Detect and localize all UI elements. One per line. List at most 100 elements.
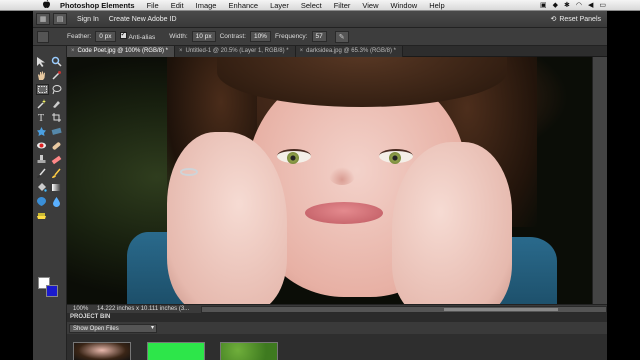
- hand-tool-icon[interactable]: [36, 70, 49, 81]
- show-open-files-dropdown[interactable]: Show Open Files: [69, 323, 157, 333]
- red-eye-tool-icon[interactable]: [36, 140, 49, 151]
- zoom-tool-icon[interactable]: [51, 56, 64, 67]
- menu-edit[interactable]: Edit: [165, 1, 190, 10]
- feather-input[interactable]: 0 px: [95, 31, 116, 42]
- close-icon[interactable]: ×: [179, 48, 183, 54]
- thumbnail-darksidea[interactable]: [220, 342, 278, 360]
- background-color-swatch[interactable]: [46, 285, 58, 297]
- photo-hand-left: [167, 132, 287, 304]
- type-tool-icon[interactable]: T: [36, 112, 49, 124]
- frequency-label: Frequency:: [274, 33, 308, 40]
- camera-icon[interactable]: ▣: [540, 1, 547, 9]
- project-bin-title: PROJECT BIN: [67, 313, 607, 322]
- lasso-tool-icon[interactable]: [51, 84, 64, 95]
- reset-icon: ⟲: [550, 16, 557, 23]
- feather-label: Feather:: [67, 33, 92, 40]
- photo-lips: [305, 202, 383, 224]
- width-label: Width:: [169, 33, 188, 40]
- right-margin: [607, 11, 640, 360]
- status-bar: 100% 14.222 inches x 10.111 inches (3...: [67, 304, 607, 313]
- reset-panels-button[interactable]: ⟲ Reset Panels: [550, 15, 601, 24]
- photo-nose: [329, 167, 355, 185]
- menu-filter[interactable]: Filter: [328, 1, 357, 10]
- move-tool-icon[interactable]: [36, 56, 49, 67]
- smart-brush-icon[interactable]: [51, 168, 64, 179]
- screen-mode-icon[interactable]: ▦: [36, 13, 50, 25]
- apple-icon[interactable]: [38, 0, 54, 10]
- menu-layer[interactable]: Layer: [264, 1, 295, 10]
- volume-icon[interactable]: ◀: [588, 1, 593, 9]
- width-input[interactable]: 10 px: [191, 31, 216, 42]
- tool-options-bar: Feather: 0 px Anti-alias Width: 10 px Co…: [33, 28, 607, 46]
- close-icon[interactable]: ×: [300, 48, 304, 54]
- horizontal-scrollbar[interactable]: [201, 305, 607, 313]
- battery-icon[interactable]: ▭: [599, 1, 606, 9]
- menu-enhance[interactable]: Enhance: [222, 1, 264, 10]
- document-tabs: × Code Poet.jpg @ 100% (RGB/8) * × Untitle…: [67, 46, 607, 57]
- marquee-tool-icon[interactable]: [36, 84, 49, 95]
- app-menu[interactable]: Photoshop Elements: [54, 1, 141, 10]
- thumbnail-untitled-1[interactable]: [147, 342, 205, 360]
- menu-view[interactable]: View: [356, 1, 384, 10]
- tab-label: Untitled-1 @ 20.5% (Layer 1, RGB/8) *: [185, 48, 289, 54]
- antialias-checkbox[interactable]: Anti-alias: [119, 30, 156, 41]
- photo-ring: [180, 168, 198, 176]
- photo-hand-right: [392, 142, 512, 304]
- thumbnail-code-poet[interactable]: [73, 342, 131, 360]
- paint-bucket-icon[interactable]: [36, 182, 49, 193]
- cookie-cutter-icon[interactable]: [36, 126, 49, 137]
- clone-stamp-icon[interactable]: [36, 154, 49, 165]
- tab-darksidea[interactable]: × darksidea.jpg @ 65.3% (RGB/8) *: [295, 46, 403, 57]
- wifi-icon[interactable]: ◠: [576, 1, 582, 9]
- tab-label: darksidea.jpg @ 65.3% (RGB/8) *: [306, 48, 396, 54]
- shape-tool-icon[interactable]: [36, 196, 49, 207]
- left-margin: [0, 11, 33, 360]
- tab-untitled-1[interactable]: × Untitled-1 @ 20.5% (Layer 1, RGB/8) *: [174, 46, 296, 57]
- close-icon[interactable]: ×: [71, 48, 75, 54]
- menu-image[interactable]: Image: [190, 1, 223, 10]
- checkbox-icon: [119, 30, 127, 39]
- project-bin: [67, 334, 607, 360]
- create-id-link[interactable]: Create New Adobe ID: [109, 16, 177, 23]
- tab-label: Code Poet.jpg @ 100% (RGB/8) *: [77, 48, 168, 54]
- eyedropper-tool-icon[interactable]: [51, 70, 64, 81]
- document-info[interactable]: 14.222 inches x 10.111 inches (3...: [93, 306, 189, 312]
- project-bin-toolbar: Show Open Files: [67, 322, 607, 334]
- zoom-level[interactable]: 100%: [67, 306, 93, 312]
- gradient-tool-icon[interactable]: [51, 182, 64, 193]
- antialias-label: Anti-alias: [128, 34, 156, 41]
- magic-wand-icon[interactable]: [36, 98, 49, 109]
- lasso-tool-icon[interactable]: [37, 30, 49, 43]
- brush-tool-icon[interactable]: [36, 168, 49, 179]
- photo-eye-left: [277, 149, 311, 164]
- arrange-icon[interactable]: ▤: [53, 13, 67, 25]
- tools-panel: T: [33, 46, 67, 360]
- crop-tool-icon[interactable]: [51, 112, 64, 123]
- straighten-tool-icon[interactable]: [51, 126, 64, 137]
- menu-help[interactable]: Help: [423, 1, 450, 10]
- sign-in-link[interactable]: Sign In: [77, 16, 99, 23]
- mac-menu-bar: Photoshop Elements File Edit Image Enhan…: [0, 0, 640, 11]
- contrast-input[interactable]: 10%: [249, 31, 271, 42]
- menu-file[interactable]: File: [141, 1, 165, 10]
- svg-text:T: T: [38, 113, 44, 123]
- pen-icon[interactable]: ✎: [334, 30, 349, 43]
- vertical-scrollbar[interactable]: [592, 57, 607, 304]
- dropbox-icon[interactable]: ◆: [553, 1, 558, 9]
- bluetooth-icon[interactable]: ✱: [564, 1, 570, 9]
- menu-select[interactable]: Select: [295, 1, 328, 10]
- tab-code-poet[interactable]: × Code Poet.jpg @ 100% (RGB/8) *: [67, 46, 175, 57]
- menu-window[interactable]: Window: [385, 1, 424, 10]
- contrast-label: Contrast:: [219, 33, 246, 40]
- menu-extras: ▣ ◆ ✱ ◠ ◀ ▭: [540, 1, 640, 9]
- image-canvas[interactable]: [67, 57, 592, 304]
- frequency-input[interactable]: 57: [311, 31, 327, 42]
- healing-brush-icon[interactable]: [51, 140, 64, 151]
- reset-panels-label: Reset Panels: [559, 15, 601, 23]
- eraser-tool-icon[interactable]: [51, 154, 64, 165]
- sponge-tool-icon[interactable]: [36, 210, 49, 221]
- selection-brush-icon[interactable]: [51, 98, 64, 109]
- blur-tool-icon[interactable]: [51, 196, 64, 207]
- app-bar: ▦ ▤ Sign In Create New Adobe ID ⟲ Reset …: [33, 11, 607, 28]
- photo-eye-right: [379, 149, 413, 164]
